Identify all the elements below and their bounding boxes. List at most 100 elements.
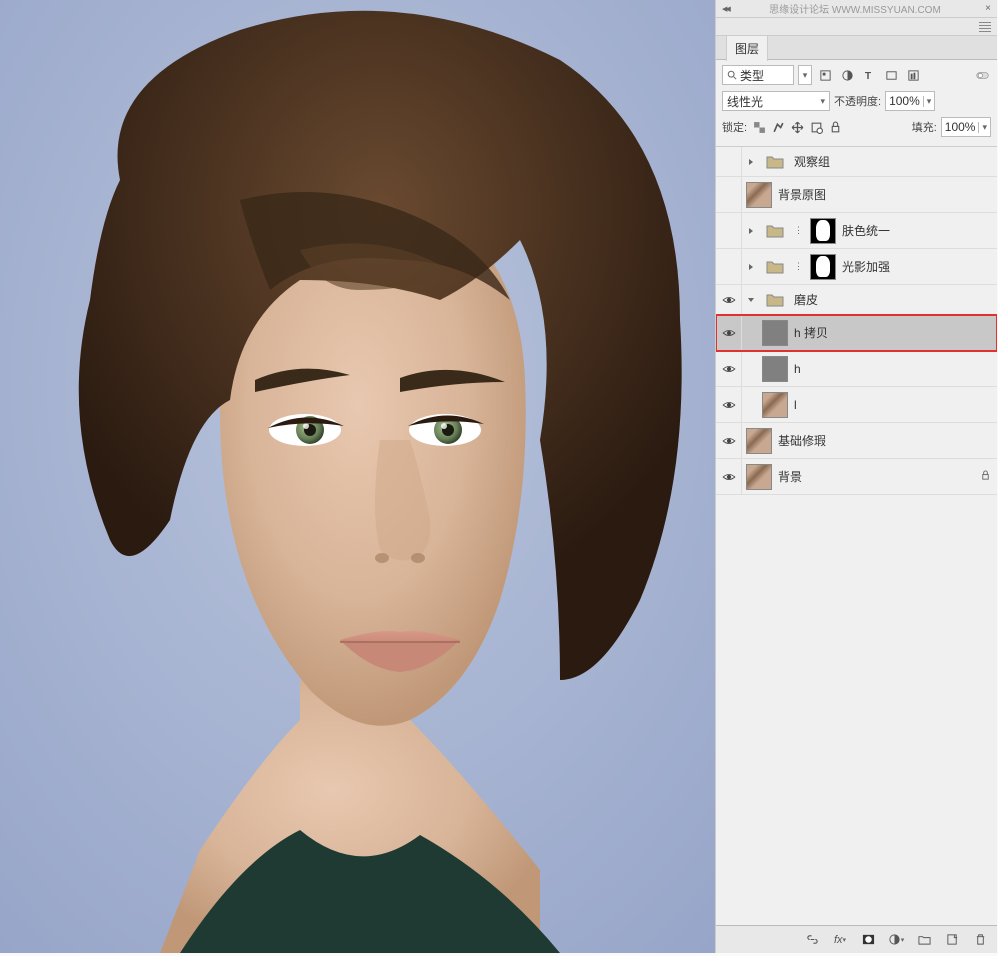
visibility-toggle[interactable] [716, 459, 742, 494]
layer-item-l-basefix[interactable]: 基础修瑕 [716, 423, 997, 459]
lock-row: 锁定: 填充: 100%▾ [722, 116, 991, 138]
watermark: 思缘设计论坛 WWW.MISSYUAN.COM [769, 1, 941, 16]
new-group-icon[interactable] [915, 931, 933, 949]
layer-name[interactable]: 光影加强 [842, 258, 890, 275]
visibility-toggle[interactable] [716, 423, 742, 458]
mask-thumbnail[interactable] [810, 218, 836, 244]
mask-thumbnail[interactable] [810, 254, 836, 280]
lock-position-icon[interactable] [789, 118, 805, 136]
layer-name[interactable]: 观察组 [794, 153, 830, 170]
layer-item-l-h[interactable]: h [716, 351, 997, 387]
layer-name[interactable]: 磨皮 [794, 291, 818, 308]
layer-name[interactable]: 背景原图 [778, 186, 826, 203]
filter-toggle-switch[interactable] [973, 66, 991, 84]
lock-artboard-icon[interactable] [808, 118, 824, 136]
panel-controls: 类型 ▾ T 线性光▾ 不透明度: 100%▾ 锁定: [716, 60, 997, 147]
blend-mode-dropdown[interactable]: 线性光▾ [722, 91, 830, 111]
chevron-down-icon[interactable] [746, 296, 756, 304]
layer-thumbnail[interactable] [746, 428, 772, 454]
filter-type-dropdown[interactable]: 类型 [722, 65, 794, 85]
layer-name[interactable]: h [794, 362, 801, 376]
chevron-right-icon[interactable] [746, 158, 756, 166]
layer-name[interactable]: h 拷贝 [794, 324, 828, 341]
visibility-toggle[interactable] [716, 249, 742, 284]
filter-row: 类型 ▾ T [722, 64, 991, 86]
blend-row: 线性光▾ 不透明度: 100%▾ [722, 90, 991, 112]
adjustment-layer-icon[interactable]: ▾ [887, 931, 905, 949]
lock-transparency-icon[interactable] [751, 118, 767, 136]
link-icon: ⋮ [794, 225, 804, 236]
delete-layer-icon[interactable] [971, 931, 989, 949]
layer-item-g-light[interactable]: ⋮光影加强 [716, 249, 997, 285]
layer-content: 背景原图 [742, 182, 991, 208]
folder-icon [762, 254, 788, 280]
visibility-toggle[interactable] [716, 285, 742, 314]
filter-shape-icon[interactable] [882, 66, 900, 84]
filter-dropdown-arrow[interactable]: ▾ [798, 65, 812, 85]
visibility-toggle[interactable] [716, 315, 742, 350]
layer-name[interactable]: 基础修瑕 [778, 432, 826, 449]
panel-header-bar: 思缘设计论坛 WWW.MISSYUAN.COM × [716, 0, 997, 18]
visibility-toggle[interactable] [716, 147, 742, 176]
layer-item-l-bg-orig[interactable]: 背景原图 [716, 177, 997, 213]
visibility-toggle[interactable] [716, 177, 742, 212]
close-panel-icon[interactable]: × [985, 3, 991, 14]
fx-icon[interactable]: fx▾ [831, 931, 849, 949]
lock-icon [980, 470, 991, 484]
canvas-area[interactable] [0, 0, 715, 953]
search-icon [727, 70, 737, 80]
layer-content: 观察组 [742, 149, 991, 175]
layer-content: h [742, 356, 991, 382]
visibility-toggle[interactable] [716, 351, 742, 386]
fill-value: 100% [942, 120, 979, 134]
visibility-toggle[interactable] [716, 213, 742, 248]
filter-adjust-icon[interactable] [838, 66, 856, 84]
opacity-input[interactable]: 100%▾ [885, 91, 935, 111]
filter-smart-icon[interactable] [904, 66, 922, 84]
collapse-panel-icon[interactable] [722, 5, 729, 13]
folder-icon [762, 287, 788, 313]
lock-pixels-icon[interactable] [770, 118, 786, 136]
layers-list[interactable]: 观察组背景原图 ⋮ 肤色统一 ⋮光影加强磨皮 h 拷贝 h l 基础修瑕背景 [716, 147, 997, 925]
panel-tab-bar: 图层 [716, 36, 997, 60]
filter-type-label: 类型 [740, 67, 764, 84]
blend-mode-value: 线性光 [727, 93, 763, 110]
panel-menu-icon[interactable] [979, 22, 991, 32]
layer-item-g-skin[interactable]: ⋮ 肤色统一 [716, 213, 997, 249]
chevron-right-icon[interactable] [746, 227, 756, 235]
layer-name[interactable]: l [794, 398, 797, 412]
fill-label: 填充: [912, 119, 937, 135]
new-layer-icon[interactable] [943, 931, 961, 949]
portrait-image [0, 0, 715, 953]
layer-item-g-retouch[interactable]: 磨皮 [716, 285, 997, 315]
layer-content: h 拷贝 [742, 320, 991, 346]
add-mask-icon[interactable] [859, 931, 877, 949]
layer-content: ⋮ 肤色统一 [742, 218, 991, 244]
layer-thumbnail[interactable] [746, 464, 772, 490]
panel-menu-bar [716, 18, 997, 36]
fill-input[interactable]: 100%▾ [941, 117, 991, 137]
visibility-toggle[interactable] [716, 387, 742, 422]
svg-text:T: T [864, 71, 871, 82]
layers-panel: 思缘设计论坛 WWW.MISSYUAN.COM × 图层 类型 ▾ T 线性光▾… [715, 0, 997, 953]
folder-icon [762, 218, 788, 244]
layer-content: l [742, 392, 991, 418]
panel-footer: fx▾ ▾ [716, 925, 997, 953]
link-layers-icon[interactable] [803, 931, 821, 949]
tab-layers[interactable]: 图层 [726, 35, 768, 61]
layer-thumbnail[interactable] [746, 182, 772, 208]
layer-thumbnail[interactable] [762, 392, 788, 418]
filter-pixel-icon[interactable] [816, 66, 834, 84]
layer-thumbnail[interactable] [762, 320, 788, 346]
layer-name[interactable]: 背景 [778, 468, 802, 485]
layer-item-l-hcopy[interactable]: h 拷贝 [716, 315, 997, 351]
chevron-right-icon[interactable] [746, 263, 756, 271]
layer-item-l-l[interactable]: l [716, 387, 997, 423]
layer-thumbnail[interactable] [762, 356, 788, 382]
lock-all-icon[interactable] [827, 118, 843, 136]
layer-name[interactable]: 肤色统一 [842, 222, 890, 239]
layer-item-l-bg[interactable]: 背景 [716, 459, 997, 495]
layer-item-g-observe[interactable]: 观察组 [716, 147, 997, 177]
filter-type-icon[interactable]: T [860, 66, 878, 84]
lock-label: 锁定: [722, 119, 747, 135]
